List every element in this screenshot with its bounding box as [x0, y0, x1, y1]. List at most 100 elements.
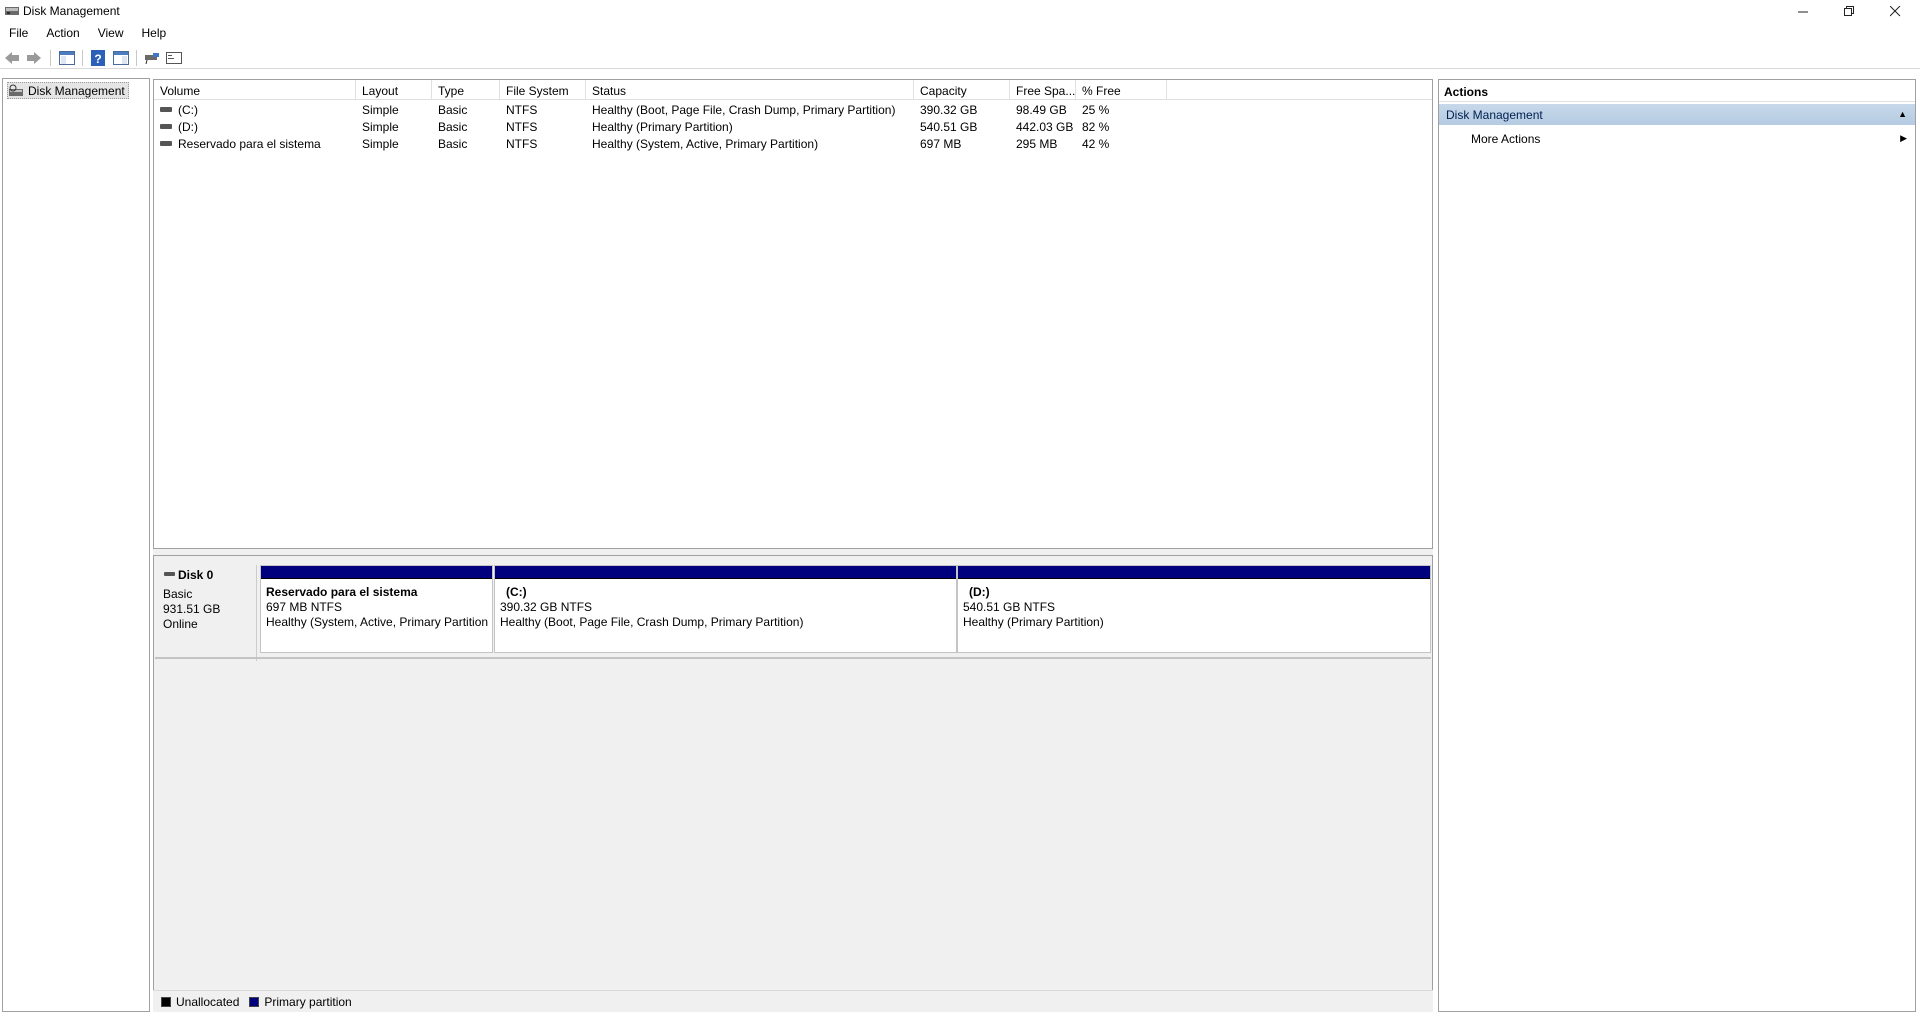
drive-icon: [160, 141, 172, 147]
disk-icon: [164, 572, 175, 576]
graphical-disk-view: Disk 0 Basic 931.51 GB Online Reservado …: [153, 555, 1433, 1012]
primary-partition-bar: [495, 566, 956, 579]
partition-size: 697 MB NTFS: [266, 600, 343, 614]
cell-layout: Simple: [362, 103, 399, 117]
help-icon: ?: [91, 49, 105, 66]
back-button[interactable]: [3, 49, 21, 66]
column-type[interactable]: Type: [432, 80, 500, 100]
cell-status: Healthy (Boot, Page File, Crash Dump, Pr…: [592, 103, 896, 117]
show-hide-tree-icon: [59, 50, 75, 65]
actions-pane: Actions Disk Management ▲ More Actions ▶: [1438, 79, 1916, 1012]
connect-button[interactable]: [143, 49, 161, 66]
cell-volume: (D:): [178, 120, 198, 134]
connect-icon: [145, 52, 159, 64]
cell-percent-free: 42 %: [1082, 137, 1110, 151]
actions-group-label: Disk Management: [1446, 108, 1543, 122]
disk-info[interactable]: Disk 0 Basic 931.51 GB Online: [155, 565, 257, 661]
restore-button[interactable]: [1826, 0, 1872, 22]
cell-type: Basic: [438, 137, 468, 151]
partition-reserved[interactable]: Reservado para el sistema 697 MB NTFS He…: [260, 565, 493, 653]
collapse-up-icon[interactable]: ▲: [1898, 109, 1907, 119]
tree-item-label: Disk Management: [28, 83, 125, 98]
disk-management-app-icon: [5, 7, 19, 15]
disk-name: Disk 0: [178, 568, 214, 582]
partition-name: Reservado para el sistema: [266, 585, 418, 599]
partition-status: Healthy (System, Active, Primary Partiti…: [266, 615, 489, 629]
close-button[interactable]: [1872, 0, 1918, 22]
cell-status: Healthy (Primary Partition): [592, 120, 733, 134]
partition-status: Healthy (Boot, Page File, Crash Dump, Pr…: [500, 615, 804, 629]
disk-type: Basic: [163, 587, 193, 601]
column-free-space[interactable]: Free Spa...: [1010, 80, 1076, 100]
cell-capacity: 390.32 GB: [920, 103, 978, 117]
cell-layout: Simple: [362, 137, 399, 151]
help-button[interactable]: ?: [89, 49, 107, 66]
minimize-icon: [1797, 11, 1808, 12]
close-icon: [1889, 5, 1900, 16]
submenu-arrow-icon: ▶: [1900, 133, 1907, 143]
toolbar: ?: [0, 47, 1920, 69]
forward-arrow-icon: [27, 51, 41, 64]
table-row[interactable]: (D:) Simple Basic NTFS Healthy (Primary …: [154, 118, 1432, 135]
cell-percent-free: 25 %: [1082, 103, 1110, 117]
disk-row-divider: [155, 657, 1431, 659]
partition-name: (D:): [969, 585, 990, 599]
tree-item-disk-management[interactable]: Disk Management: [7, 82, 129, 99]
show-hide-tree-button[interactable]: [58, 49, 76, 66]
minimize-button[interactable]: [1780, 0, 1826, 22]
column-file-system[interactable]: File System: [500, 80, 586, 100]
menu-action[interactable]: Action: [37, 24, 88, 44]
menu-help[interactable]: Help: [133, 24, 176, 44]
cell-file-system: NTFS: [506, 103, 538, 117]
properties-icon: [113, 50, 129, 65]
drive-icon: [160, 107, 172, 113]
cell-capacity: 540.51 GB: [920, 120, 978, 134]
primary-partition-bar: [958, 566, 1430, 579]
partition-name: (C:): [506, 585, 527, 599]
cell-type: Basic: [438, 103, 468, 117]
restore-icon: [1843, 5, 1854, 16]
window-title: Disk Management: [23, 4, 120, 18]
partition-size: 540.51 GB NTFS: [963, 600, 1056, 614]
partition-d[interactable]: (D:) 540.51 GB NTFS Healthy (Primary Par…: [957, 565, 1431, 653]
svg-text:?: ?: [94, 52, 101, 66]
actions-group-disk-management[interactable]: Disk Management ▲: [1439, 104, 1915, 125]
legend-primary-partition: Primary partition: [264, 994, 352, 1009]
menu-file[interactable]: File: [0, 24, 37, 44]
cell-layout: Simple: [362, 120, 399, 134]
cell-file-system: NTFS: [506, 120, 538, 134]
disk-management-icon: [9, 84, 23, 96]
cell-capacity: 697 MB: [920, 137, 962, 151]
cell-volume: (C:): [178, 103, 198, 117]
column-layout[interactable]: Layout: [356, 80, 432, 100]
disk-size: 931.51 GB: [163, 602, 221, 616]
partition-size: 390.32 GB NTFS: [500, 600, 593, 614]
drive-icon: [160, 124, 172, 130]
more-actions-item[interactable]: More Actions ▶: [1471, 130, 1911, 149]
cell-free-space: 98.49 GB: [1016, 103, 1067, 117]
actions-title: Actions: [1439, 80, 1915, 102]
table-row[interactable]: Reservado para el sistema Simple Basic N…: [154, 135, 1432, 152]
cell-free-space: 295 MB: [1016, 137, 1058, 151]
console-tree: Disk Management: [2, 78, 150, 1012]
volume-list: Volume Layout Type File System Status Ca…: [153, 79, 1433, 549]
column-capacity[interactable]: Capacity: [914, 80, 1010, 100]
volume-list-header: Volume Layout Type File System Status Ca…: [154, 80, 1432, 100]
console-button[interactable]: [165, 49, 183, 66]
primary-partition-bar: [261, 566, 492, 579]
column-percent-free[interactable]: % Free: [1076, 80, 1167, 100]
column-volume[interactable]: Volume: [154, 80, 356, 100]
menu-view[interactable]: View: [89, 24, 133, 44]
console-icon: [166, 51, 182, 64]
legend-unallocated: Unallocated: [176, 994, 240, 1009]
back-arrow-icon: [5, 51, 19, 64]
forward-button[interactable]: [25, 49, 43, 66]
table-row[interactable]: (C:) Simple Basic NTFS Healthy (Boot, Pa…: [154, 101, 1432, 118]
more-actions-label: More Actions: [1471, 132, 1541, 146]
unallocated-swatch: [161, 996, 171, 1007]
disk-state: Online: [163, 617, 198, 631]
column-status[interactable]: Status: [586, 80, 914, 100]
properties-button[interactable]: [112, 49, 130, 66]
partition-c[interactable]: (C:) 390.32 GB NTFS Healthy (Boot, Page …: [494, 565, 957, 653]
cell-status: Healthy (System, Active, Primary Partiti…: [592, 137, 819, 151]
